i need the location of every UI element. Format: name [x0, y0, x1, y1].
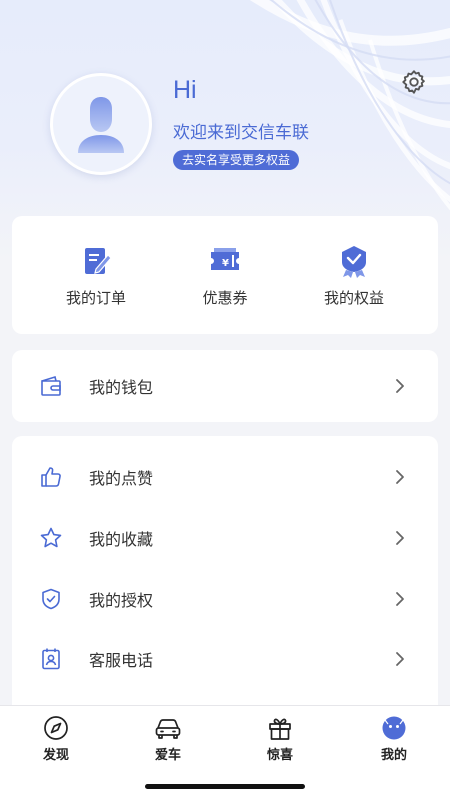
shield-check-icon	[42, 588, 60, 610]
chevron-right-icon	[396, 592, 404, 606]
tab-my-car[interactable]: 爱车	[112, 706, 224, 766]
tab-discover-label: 发现	[42, 748, 69, 763]
avatar[interactable]	[50, 73, 152, 175]
authorization-label: 我的授权	[89, 591, 154, 610]
tab-surprise[interactable]: 惊喜	[224, 706, 336, 766]
customer-service-label: 客服电话	[89, 651, 154, 670]
wallet-card: 我的钱包	[12, 350, 438, 422]
menu-item-likes[interactable]: 我的点赞	[12, 447, 438, 507]
home-indicator	[145, 784, 305, 789]
favorites-label: 我的收藏	[89, 530, 154, 549]
greeting-text: Hi	[173, 76, 197, 104]
verify-identity-badge[interactable]: 去实名享受更多权益	[173, 150, 300, 170]
my-orders-label: 我的订单	[65, 289, 126, 307]
menu-item-wallet[interactable]: 我的钱包	[12, 356, 438, 416]
tab-my-car-label: 爱车	[154, 748, 181, 763]
order-edit-icon	[85, 248, 112, 274]
my-rights-label: 我的权益	[323, 289, 384, 307]
chevron-right-icon	[396, 470, 404, 484]
chevron-right-icon	[396, 531, 404, 545]
wallet-icon	[41, 375, 61, 396]
profile-face-icon	[382, 716, 406, 740]
my-rights-button[interactable]: 我的权益	[283, 216, 425, 334]
wallet-label: 我的钱包	[89, 378, 154, 397]
gift-icon	[269, 718, 291, 740]
tab-discover[interactable]: 发现	[0, 706, 112, 766]
user-silhouette-icon	[78, 97, 124, 153]
compass-icon	[44, 716, 68, 740]
chevron-right-icon	[396, 379, 404, 393]
contact-card-icon	[42, 648, 60, 670]
menu-card: 我的点赞 我的收藏 我的授权 客服电话	[12, 436, 438, 736]
menu-item-favorites[interactable]: 我的收藏	[12, 508, 438, 568]
rights-medal-icon	[342, 246, 366, 278]
welcome-text: 欢迎来到交信车联	[173, 123, 309, 143]
car-icon	[155, 719, 181, 739]
coupons-button[interactable]: ¥ 优惠券	[154, 216, 296, 334]
gear-icon	[402, 70, 425, 94]
svg-text:¥: ¥	[222, 258, 229, 269]
likes-label: 我的点赞	[89, 469, 154, 488]
tab-mine-label: 我的	[380, 748, 407, 763]
tab-mine[interactable]: 我的	[338, 706, 450, 766]
star-icon	[40, 527, 62, 548]
tab-surprise-label: 惊喜	[266, 748, 293, 763]
settings-button[interactable]	[398, 66, 430, 98]
thumb-up-icon	[41, 467, 61, 487]
menu-item-customer-service[interactable]: 客服电话	[12, 629, 438, 689]
coupons-label: 优惠券	[202, 289, 248, 307]
chevron-right-icon	[396, 652, 404, 666]
menu-item-authorization[interactable]: 我的授权	[12, 569, 438, 629]
quick-actions-card: 我的订单 ¥ 优惠券 我的权益	[12, 216, 438, 334]
coupon-icon: ¥	[211, 248, 239, 270]
my-orders-button[interactable]: 我的订单	[25, 216, 167, 334]
